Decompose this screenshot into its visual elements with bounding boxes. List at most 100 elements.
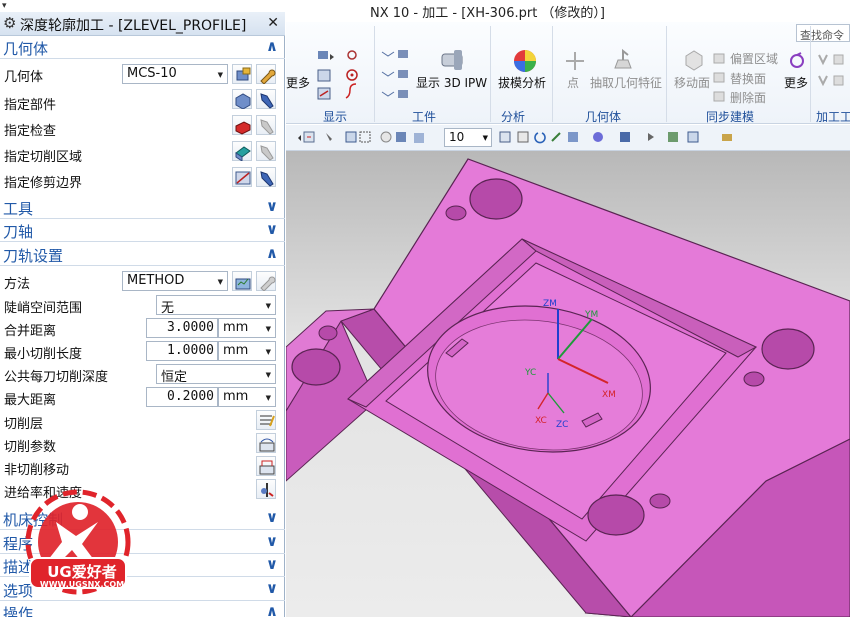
part-model: ZM YM XM YC XC ZC <box>286 158 850 617</box>
non-cut-moves-button[interactable] <box>256 456 276 476</box>
chevron-down-icon: ▼ <box>265 394 271 402</box>
hole-bottom-small <box>649 493 671 509</box>
offset-region-button[interactable]: 偏置区域 <box>730 50 778 67</box>
flashlight-icon <box>260 93 274 109</box>
merge-distance-unit[interactable]: mm ▼ <box>218 318 276 338</box>
edit-method-button[interactable] <box>256 271 276 291</box>
flashlight-icon <box>260 119 274 135</box>
window-title: NX 10 - 加工 - [XH-306.prt （修改的）] <box>370 6 606 21</box>
feeds-speeds-icon <box>261 483 274 497</box>
chevron-down-icon[interactable]: ∨ <box>266 197 278 215</box>
extract-geometry-icon[interactable] <box>611 48 635 72</box>
show-cut-area-button[interactable] <box>256 141 276 161</box>
chevron-down-icon: ▼ <box>265 371 271 379</box>
section-geometry[interactable]: 几何体 ∧ <box>0 37 285 59</box>
chevron-down-icon[interactable]: ∨ <box>266 220 278 238</box>
chevron-up-icon[interactable]: ∧ <box>266 602 278 617</box>
zoom-select[interactable]: 10 ▼ <box>444 128 492 147</box>
trim-boundary-icon <box>235 171 251 185</box>
merge-distance-unit-value: mm <box>223 320 249 335</box>
move-face-button[interactable]: 移动面 <box>674 74 710 91</box>
cut-params-button[interactable] <box>256 433 276 453</box>
point-button[interactable]: 点 <box>567 74 579 91</box>
method-select[interactable]: METHOD ▼ <box>122 271 228 291</box>
depth-per-cut-select[interactable]: 恒定 ▼ <box>156 364 276 384</box>
specify-part-button[interactable] <box>232 89 252 109</box>
zoom-value: 10 <box>449 130 465 144</box>
cut-levels-button[interactable] <box>256 410 276 430</box>
specify-part-label: 指定部件 <box>4 98 57 113</box>
toolbar-icons-right[interactable] <box>498 129 758 147</box>
chevron-down-icon[interactable]: ∨ <box>266 555 278 573</box>
search-command-input[interactable]: 查找命令 <box>796 24 850 42</box>
check-geometry-icon <box>235 121 251 135</box>
max-distance-input[interactable]: 0.2000 <box>146 387 218 407</box>
watermark-text: UG爱好者 <box>47 563 117 581</box>
extract-geometry-button[interactable]: 抽取几何特征 <box>590 74 662 91</box>
min-cut-length-input[interactable]: 1.0000 <box>146 341 218 361</box>
graphics-viewport[interactable]: ZM YM XM YC XC ZC <box>286 151 850 617</box>
toolbar-icons-left[interactable] <box>286 129 444 147</box>
watermark-url: WWW.UGSNX.COM <box>39 580 125 589</box>
section-tool-axis[interactable]: 刀轴 ∨ <box>0 220 285 242</box>
part-icon <box>235 93 251 109</box>
steep-range-label: 陡峭空间范围 <box>4 301 83 316</box>
merge-distance-input[interactable]: 3.0000 <box>146 318 218 338</box>
show-part-button[interactable] <box>256 89 276 109</box>
chevron-down-icon[interactable]: ∨ <box>266 579 278 597</box>
create-method-button[interactable] <box>232 271 252 291</box>
group-label-geometry: 几何体 <box>585 110 622 124</box>
cut-levels-label: 切削层 <box>4 417 44 432</box>
specify-trim-label: 指定修剪边界 <box>4 176 83 191</box>
section-tool[interactable]: 工具 ∨ <box>0 197 285 219</box>
show-3d-ipw-button[interactable]: 显示 3D IPW <box>416 74 487 91</box>
chevron-up-icon[interactable]: ∧ <box>266 244 278 262</box>
create-geometry-button[interactable] <box>232 64 252 84</box>
hole-left-small <box>318 325 338 341</box>
show-check-button[interactable] <box>256 115 276 135</box>
show-3d-ipw-icon[interactable] <box>438 48 468 74</box>
axis-label-zc: ZC <box>556 420 568 430</box>
specify-cut-area-button[interactable] <box>232 141 252 161</box>
edit-geometry-button[interactable] <box>256 64 276 84</box>
draft-analysis-button[interactable]: 拔模分析 <box>498 74 546 91</box>
chevron-down-icon: ▼ <box>265 325 271 333</box>
method-label: 方法 <box>4 277 31 292</box>
non-cut-moves-label: 非切削移动 <box>4 463 70 478</box>
chevron-down-icon[interactable]: ∨ <box>266 508 278 526</box>
workpiece-small-icons[interactable] <box>380 48 420 108</box>
min-cut-length-unit[interactable]: mm ▼ <box>218 341 276 361</box>
geometry-select-value: MCS-10 <box>127 66 177 81</box>
more-button-left[interactable]: 更多 <box>286 74 310 91</box>
method-select-value: METHOD <box>127 273 185 288</box>
group-label-display: 显示 <box>323 110 348 124</box>
close-icon[interactable]: ✕ <box>267 15 279 31</box>
cut-levels-icon <box>260 415 275 427</box>
chevron-up-icon[interactable]: ∧ <box>266 37 278 55</box>
replace-face-button[interactable]: 替换面 <box>730 70 766 87</box>
section-actions[interactable]: 操作 ∧ <box>0 602 285 617</box>
display-group-icons[interactable] <box>316 48 376 104</box>
geometry-select[interactable]: MCS-10 ▼ <box>122 64 228 84</box>
move-face-icon[interactable] <box>682 48 706 72</box>
more-button-right[interactable]: 更多 <box>784 74 808 91</box>
section-path-settings-label: 刀轨设置 <box>3 247 64 265</box>
view-toolbar: 10 ▼ <box>286 125 850 151</box>
chevron-down-icon[interactable]: ∨ <box>266 532 278 550</box>
specify-check-button[interactable] <box>232 115 252 135</box>
create-geometry-icon <box>236 67 251 81</box>
cut-area-icon <box>235 146 251 161</box>
max-distance-unit[interactable]: mm ▼ <box>218 387 276 407</box>
delete-face-button[interactable]: 删除面 <box>730 89 766 106</box>
specify-trim-button[interactable] <box>232 167 252 187</box>
sync-small-icons <box>713 53 725 102</box>
show-trim-button[interactable] <box>256 167 276 187</box>
machining-tools-icons[interactable] <box>816 52 850 108</box>
max-distance-unit-value: mm <box>223 389 249 404</box>
point-icon[interactable] <box>564 50 586 72</box>
feeds-speeds-button[interactable] <box>256 479 276 499</box>
section-path-settings[interactable]: 刀轨设置 ∧ <box>0 244 285 266</box>
steep-range-select[interactable]: 无 ▼ <box>156 295 276 315</box>
draft-analysis-icon[interactable] <box>512 48 538 74</box>
quick-access-glyph[interactable]: ▾ <box>2 1 7 11</box>
